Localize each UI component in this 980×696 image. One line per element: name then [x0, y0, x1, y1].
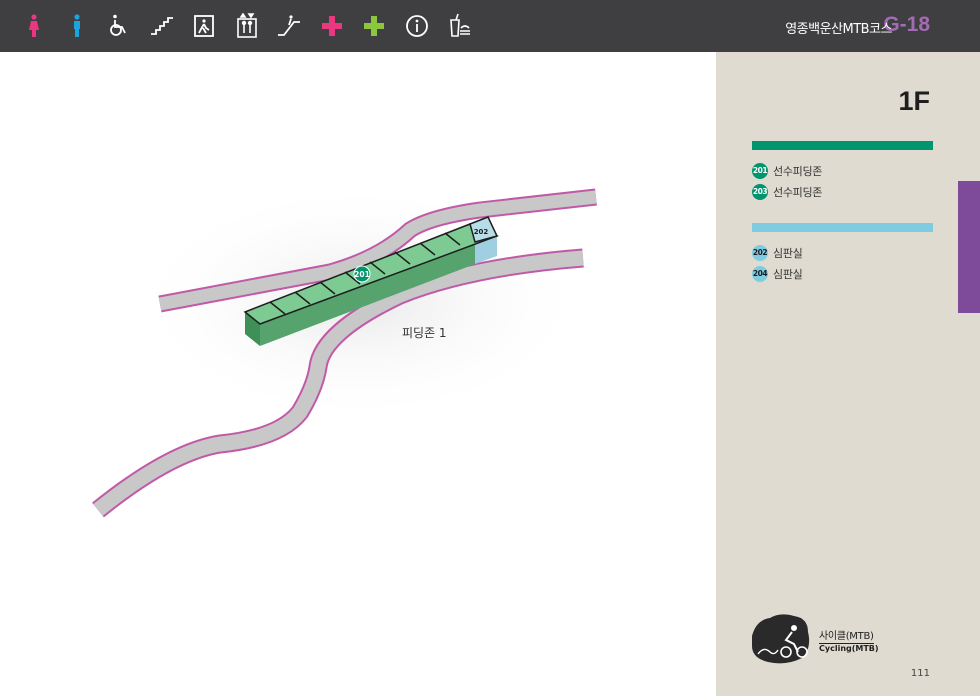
- legend-label: 선수피딩존: [773, 164, 823, 178]
- legend-badge: 202: [752, 244, 768, 261]
- badge-201-label: 201: [354, 270, 370, 279]
- sport-name-korean: 사이클(MTB): [819, 627, 874, 644]
- escalator-icon[interactable]: [273, 10, 305, 42]
- header-bar: G-18 영종백운산MTB코스: [0, 0, 980, 52]
- information-icon[interactable]: [401, 10, 433, 42]
- page-number: 111: [910, 668, 930, 679]
- sidebar: 1F 201 선수피딩존 203 선수피딩존 202 심판실 204 심판실 사…: [716, 52, 980, 696]
- female-restroom-icon[interactable]: [18, 10, 50, 42]
- legend-label: 심판실: [773, 246, 803, 260]
- venue-map: 201 202 피딩존 1: [0, 52, 716, 696]
- wheelchair-icon[interactable]: [103, 10, 135, 42]
- legend-label: 선수피딩존: [773, 185, 823, 199]
- male-restroom-icon[interactable]: [61, 10, 93, 42]
- stairs-icon[interactable]: [146, 10, 178, 42]
- legend-item[interactable]: 203 선수피딩존: [752, 181, 822, 202]
- badge-202-label: 202: [474, 228, 489, 236]
- elevator-icon[interactable]: [231, 10, 263, 42]
- legend-item[interactable]: 204 심판실: [752, 263, 803, 284]
- legend-item[interactable]: 202 심판실: [752, 242, 803, 263]
- legend-label: 심판실: [773, 267, 803, 281]
- legend-bar-referee: [752, 223, 933, 232]
- floor-label: 1F: [898, 86, 930, 116]
- legend-badge: 203: [752, 183, 768, 200]
- legend-group-feeding: 201 선수피딩존 203 선수피딩존: [752, 160, 822, 202]
- legend-badge: 204: [752, 265, 768, 282]
- zone-label: 피딩존 1: [402, 326, 447, 340]
- facility-icons: [18, 10, 486, 42]
- sport-badge: 사이클(MTB) Cycling(MTB): [746, 608, 916, 668]
- section-tab[interactable]: [958, 181, 980, 313]
- legend-bar-feeding: [752, 141, 933, 150]
- badge-202[interactable]: 202: [474, 228, 489, 236]
- map-drawing: 201 202 피딩존 1: [92, 182, 597, 518]
- legend-badge: 201: [752, 162, 768, 179]
- food-drink-icon[interactable]: [443, 10, 475, 42]
- sport-name-english: Cycling(MTB): [819, 644, 879, 653]
- legend-item[interactable]: 201 선수피딩존: [752, 160, 822, 181]
- legend-group-referee: 202 심판실 204 심판실: [752, 242, 803, 284]
- first-aid-icon[interactable]: [316, 10, 348, 42]
- emergency-exit-icon[interactable]: [188, 10, 220, 42]
- badge-201[interactable]: 201: [353, 265, 371, 283]
- venue-title: 영종백운산MTB코스: [785, 22, 892, 37]
- medical-icon[interactable]: [358, 10, 390, 42]
- cycling-icon: [752, 614, 810, 664]
